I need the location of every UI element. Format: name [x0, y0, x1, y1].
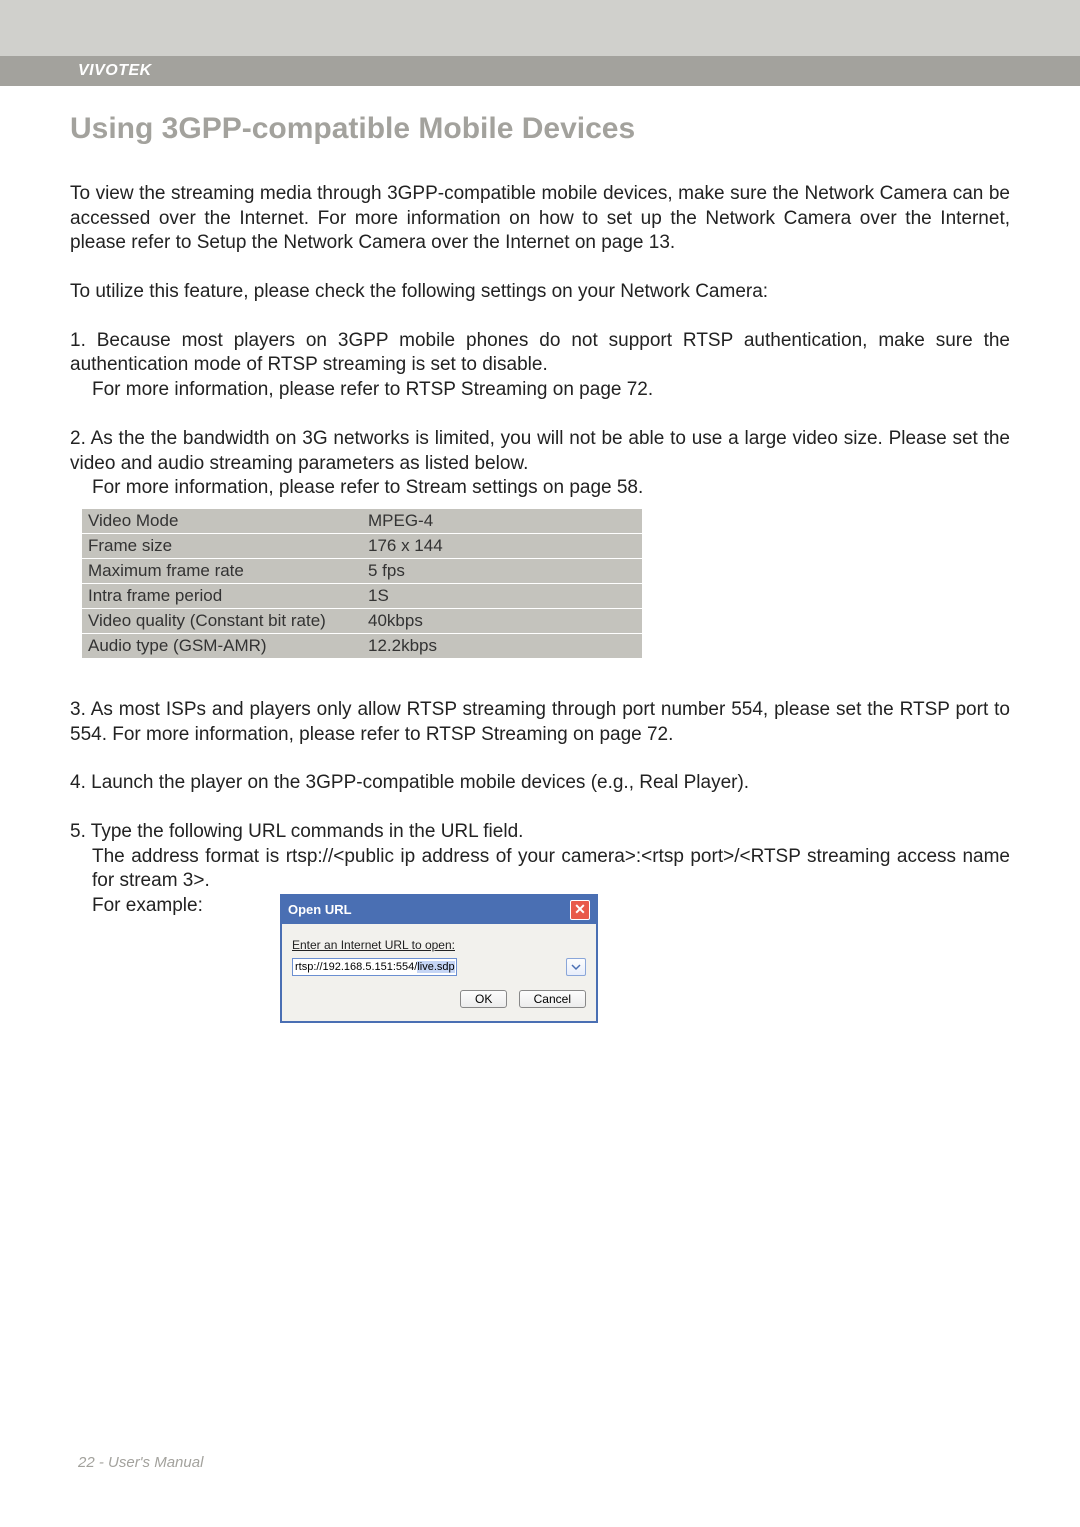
step-2-note: For more information, please refer to St…	[70, 476, 1010, 501]
table-row: Intra frame period1S	[82, 584, 642, 608]
step-4-text: 4. Launch the player on the 3GPP-compati…	[70, 771, 1010, 796]
header-band: VIVOTEK	[0, 56, 1080, 86]
step-4: 4. Launch the player on the 3GPP-compati…	[70, 771, 1010, 796]
url-highlighted: live.sdp	[417, 961, 454, 973]
table-cell-label: Frame size	[82, 534, 362, 558]
dialog-title: Open URL	[288, 902, 352, 919]
url-input[interactable]: rtsp://192.168.5.151:554/live.sdp	[292, 958, 457, 976]
step-1: 1. Because most players on 3GPP mobile p…	[70, 329, 1010, 403]
dialog-body: Enter an Internet URL to open: rtsp://19…	[282, 924, 596, 1021]
step-3: 3. As most ISPs and players only allow R…	[70, 698, 1010, 747]
intro-paragraph-2: To utilize this feature, please check th…	[70, 280, 1010, 305]
content-area: Using 3GPP-compatible Mobile Devices To …	[70, 112, 1010, 919]
table-row: Video quality (Constant bit rate)40kbps	[82, 609, 642, 633]
close-icon: ✕	[574, 901, 586, 917]
table-row: Maximum frame rate5 fps	[82, 559, 642, 583]
step-5-line2: The address format is rtsp://<public ip …	[70, 845, 1010, 894]
table-cell-value: 5 fps	[362, 559, 642, 583]
table-cell-label: Maximum frame rate	[82, 559, 362, 583]
url-prefix: rtsp://192.168.5.151:554/	[295, 961, 417, 973]
step-5: 5. Type the following URL commands in th…	[70, 820, 1010, 919]
table-cell-label: Audio type (GSM-AMR)	[82, 634, 362, 658]
page-footer: 22 - User's Manual	[78, 1454, 203, 1471]
dialog-titlebar: Open URL ✕	[282, 896, 596, 924]
table-row: Frame size176 x 144	[82, 534, 642, 558]
step-5-example-row: For example: Open URL ✕ Enter an Interne…	[70, 894, 1010, 919]
table-cell-label: Intra frame period	[82, 584, 362, 608]
table-cell-value: 40kbps	[362, 609, 642, 633]
settings-table: Video ModeMPEG-4Frame size176 x 144Maxim…	[82, 509, 642, 658]
url-dropdown-button[interactable]	[566, 958, 586, 976]
ok-button[interactable]: OK	[460, 990, 507, 1008]
close-button[interactable]: ✕	[570, 900, 590, 920]
open-url-dialog: Open URL ✕ Enter an Internet URL to open…	[280, 894, 598, 1023]
brand-label: VIVOTEK	[0, 56, 1080, 86]
page-title: Using 3GPP-compatible Mobile Devices	[70, 112, 1010, 146]
step-1-text: 1. Because most players on 3GPP mobile p…	[70, 329, 1010, 378]
table-cell-value: 176 x 144	[362, 534, 642, 558]
table-cell-label: Video Mode	[82, 509, 362, 533]
intro-paragraph-1: To view the streaming media through 3GPP…	[70, 182, 1010, 256]
step-2-text: 2. As the the bandwidth on 3G networks i…	[70, 427, 1010, 476]
manual-page: VIVOTEK Using 3GPP-compatible Mobile Dev…	[0, 0, 1080, 1527]
table-cell-value: 1S	[362, 584, 642, 608]
url-row: rtsp://192.168.5.151:554/live.sdp	[292, 958, 586, 976]
step-3-text: 3. As most ISPs and players only allow R…	[70, 698, 1010, 747]
table-cell-label: Video quality (Constant bit rate)	[82, 609, 362, 633]
step-5-line1: 5. Type the following URL commands in th…	[70, 820, 1010, 845]
step-5-example-label: For example:	[92, 895, 203, 916]
cancel-button[interactable]: Cancel	[519, 990, 586, 1008]
step-2: 2. As the the bandwidth on 3G networks i…	[70, 427, 1010, 501]
dialog-prompt: Enter an Internet URL to open:	[292, 938, 455, 954]
table-cell-value: 12.2kbps	[362, 634, 642, 658]
table-row: Audio type (GSM-AMR)12.2kbps	[82, 634, 642, 658]
table-cell-value: MPEG-4	[362, 509, 642, 533]
dialog-button-row: OK Cancel	[292, 986, 586, 1011]
table-row: Video ModeMPEG-4	[82, 509, 642, 533]
dialog-wrapper: Open URL ✕ Enter an Internet URL to open…	[280, 894, 598, 1023]
chevron-down-icon	[571, 962, 581, 972]
step-1-note: For more information, please refer to RT…	[70, 378, 1010, 403]
